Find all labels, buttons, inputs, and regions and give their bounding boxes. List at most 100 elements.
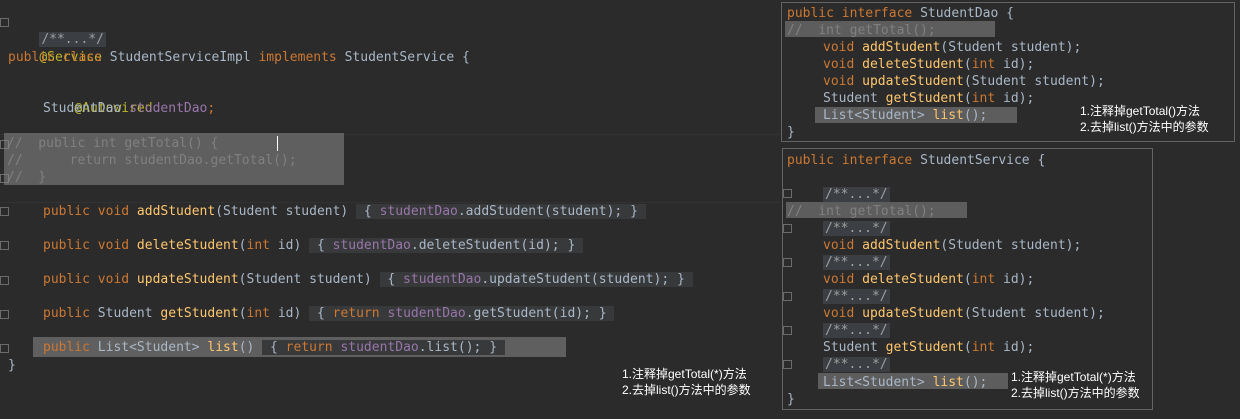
keyword: void <box>823 238 855 253</box>
brace: { <box>316 306 325 321</box>
folded-body[interactable]: { studentDao.deleteStudent(id); } <box>309 238 584 253</box>
code-line: public List<Student> list() { return stu… <box>43 339 505 356</box>
code-line: /**...*/ <box>823 322 890 339</box>
brace: } <box>567 238 576 253</box>
paren: ( <box>238 238 247 253</box>
interface-name: StudentService <box>344 50 455 65</box>
folded-body[interactable]: { return studentDao.list(); } <box>262 340 505 355</box>
keyword: public void <box>43 272 130 287</box>
method-name: deleteStudent <box>862 57 964 72</box>
keyword: implements <box>258 50 337 65</box>
code-line: @Service <box>8 32 102 65</box>
student-dao-panel[interactable]: public interface StudentDao { // int get… <box>781 2 1235 142</box>
keyword: int <box>246 306 271 321</box>
code-line: /**...*/ <box>823 220 890 237</box>
fold-toggle-icon[interactable] <box>0 207 9 216</box>
method-name: deleteStudent <box>136 238 239 253</box>
code-line: /**...*/ <box>8 14 106 47</box>
keyword: int <box>246 238 270 253</box>
code-line: public class StudentServiceImpl implemen… <box>8 49 470 66</box>
code-line: /**...*/ <box>823 186 890 203</box>
code-line: } <box>787 124 795 141</box>
call: .deleteStudent(id); <box>410 238 560 253</box>
call: .list(); <box>418 340 482 355</box>
brace: } <box>787 125 795 140</box>
commented-line: // public int getTotal() { <box>7 135 218 152</box>
method-name: getStudent <box>160 306 239 321</box>
keyword: return <box>285 340 333 355</box>
code-line: Student getStudent(int id); <box>823 339 1034 356</box>
fold-toggle-icon[interactable] <box>783 326 792 335</box>
method-name: addStudent <box>862 40 941 55</box>
fold-toggle-icon[interactable] <box>783 292 792 301</box>
brace: { <box>1006 6 1014 21</box>
annotation-note: 1.注释掉getTotal(*)方法 2.去掉list()方法中的参数 <box>1011 370 1140 400</box>
javadoc-fold[interactable]: /**...*/ <box>823 221 890 236</box>
brace: } <box>630 204 638 219</box>
javadoc-fold[interactable]: /**...*/ <box>823 289 890 304</box>
code-line: List<Student> list(); <box>823 374 987 391</box>
commented-line: // return studentDao.getTotal(); <box>7 152 297 169</box>
brace: { <box>316 238 325 253</box>
keyword: public void <box>43 204 130 219</box>
commented-line: // int getTotal(); <box>787 203 936 220</box>
params: id) <box>270 306 302 321</box>
keyword: public <box>8 50 55 65</box>
javadoc-fold[interactable]: /**...*/ <box>823 357 890 372</box>
keyword: int <box>971 91 996 106</box>
method-name: getStudent <box>885 91 964 106</box>
commented-line: // } <box>7 169 46 186</box>
method-name: list <box>932 108 964 123</box>
type: StudentDao <box>43 101 122 116</box>
folded-body[interactable]: { studentDao.updateStudent(student); } <box>379 272 693 287</box>
code-line: void updateStudent(Student student); <box>823 305 1105 322</box>
interface-name: StudentService <box>920 153 1030 168</box>
code-line: } <box>787 391 795 408</box>
field: studentDao <box>403 272 482 287</box>
semicolon: ; <box>207 101 216 116</box>
keyword: public <box>43 340 90 355</box>
fold-toggle-icon[interactable] <box>0 344 9 353</box>
field: studentDao <box>332 238 411 253</box>
code-line: public void updateStudent(Student studen… <box>43 271 693 288</box>
type: List<Student> <box>823 108 925 123</box>
brace: { <box>1037 153 1046 168</box>
field: studentDao <box>340 340 419 355</box>
params: id); <box>995 340 1035 355</box>
javadoc-fold[interactable]: /**...*/ <box>823 187 890 202</box>
keyword: void <box>823 57 855 72</box>
folded-body[interactable]: { return studentDao.getStudent(id); } <box>309 306 615 321</box>
student-service-panel[interactable]: public interface StudentService { /**...… <box>782 148 1153 410</box>
fold-toggle-icon[interactable] <box>783 258 792 267</box>
paren: ( <box>238 306 247 321</box>
call: .getStudent(id); <box>465 306 591 321</box>
paren: ( <box>963 340 972 355</box>
javadoc-fold[interactable]: /**...*/ <box>823 323 890 338</box>
main-editor[interactable]: /**...*/ @Service public class StudentSe… <box>0 0 780 419</box>
code-line: } <box>8 357 16 374</box>
brace: } <box>489 340 498 355</box>
keyword: int <box>971 272 996 287</box>
fold-toggle-icon[interactable] <box>0 310 9 319</box>
code-line: void deleteStudent(int id); <box>823 271 1034 288</box>
type: Student <box>823 91 878 106</box>
fold-toggle-icon[interactable] <box>0 276 9 285</box>
paren: ( <box>963 57 972 72</box>
code-line: List<Student> list(); <box>823 107 987 124</box>
keyword: void <box>823 74 855 89</box>
folded-body[interactable]: { studentDao.addStudent(student); } <box>356 204 646 219</box>
keyword: void <box>823 40 855 55</box>
javadoc-fold[interactable]: /**...*/ <box>823 255 890 270</box>
code-line: void updateStudent(Student student); <box>823 73 1105 90</box>
code-line: void addStudent(Student student); <box>823 39 1081 56</box>
fold-toggle-icon[interactable] <box>783 360 792 369</box>
field: studentDao <box>387 306 466 321</box>
fold-toggle-icon[interactable] <box>783 224 792 233</box>
method-name: getStudent <box>885 340 964 355</box>
method-name: updateStudent <box>136 272 239 287</box>
brace: } <box>8 358 16 373</box>
fold-toggle-icon[interactable] <box>783 189 792 198</box>
fold-toggle-icon[interactable] <box>0 241 9 250</box>
params: (Student student) <box>215 204 349 219</box>
keyword: public interface <box>787 153 913 168</box>
